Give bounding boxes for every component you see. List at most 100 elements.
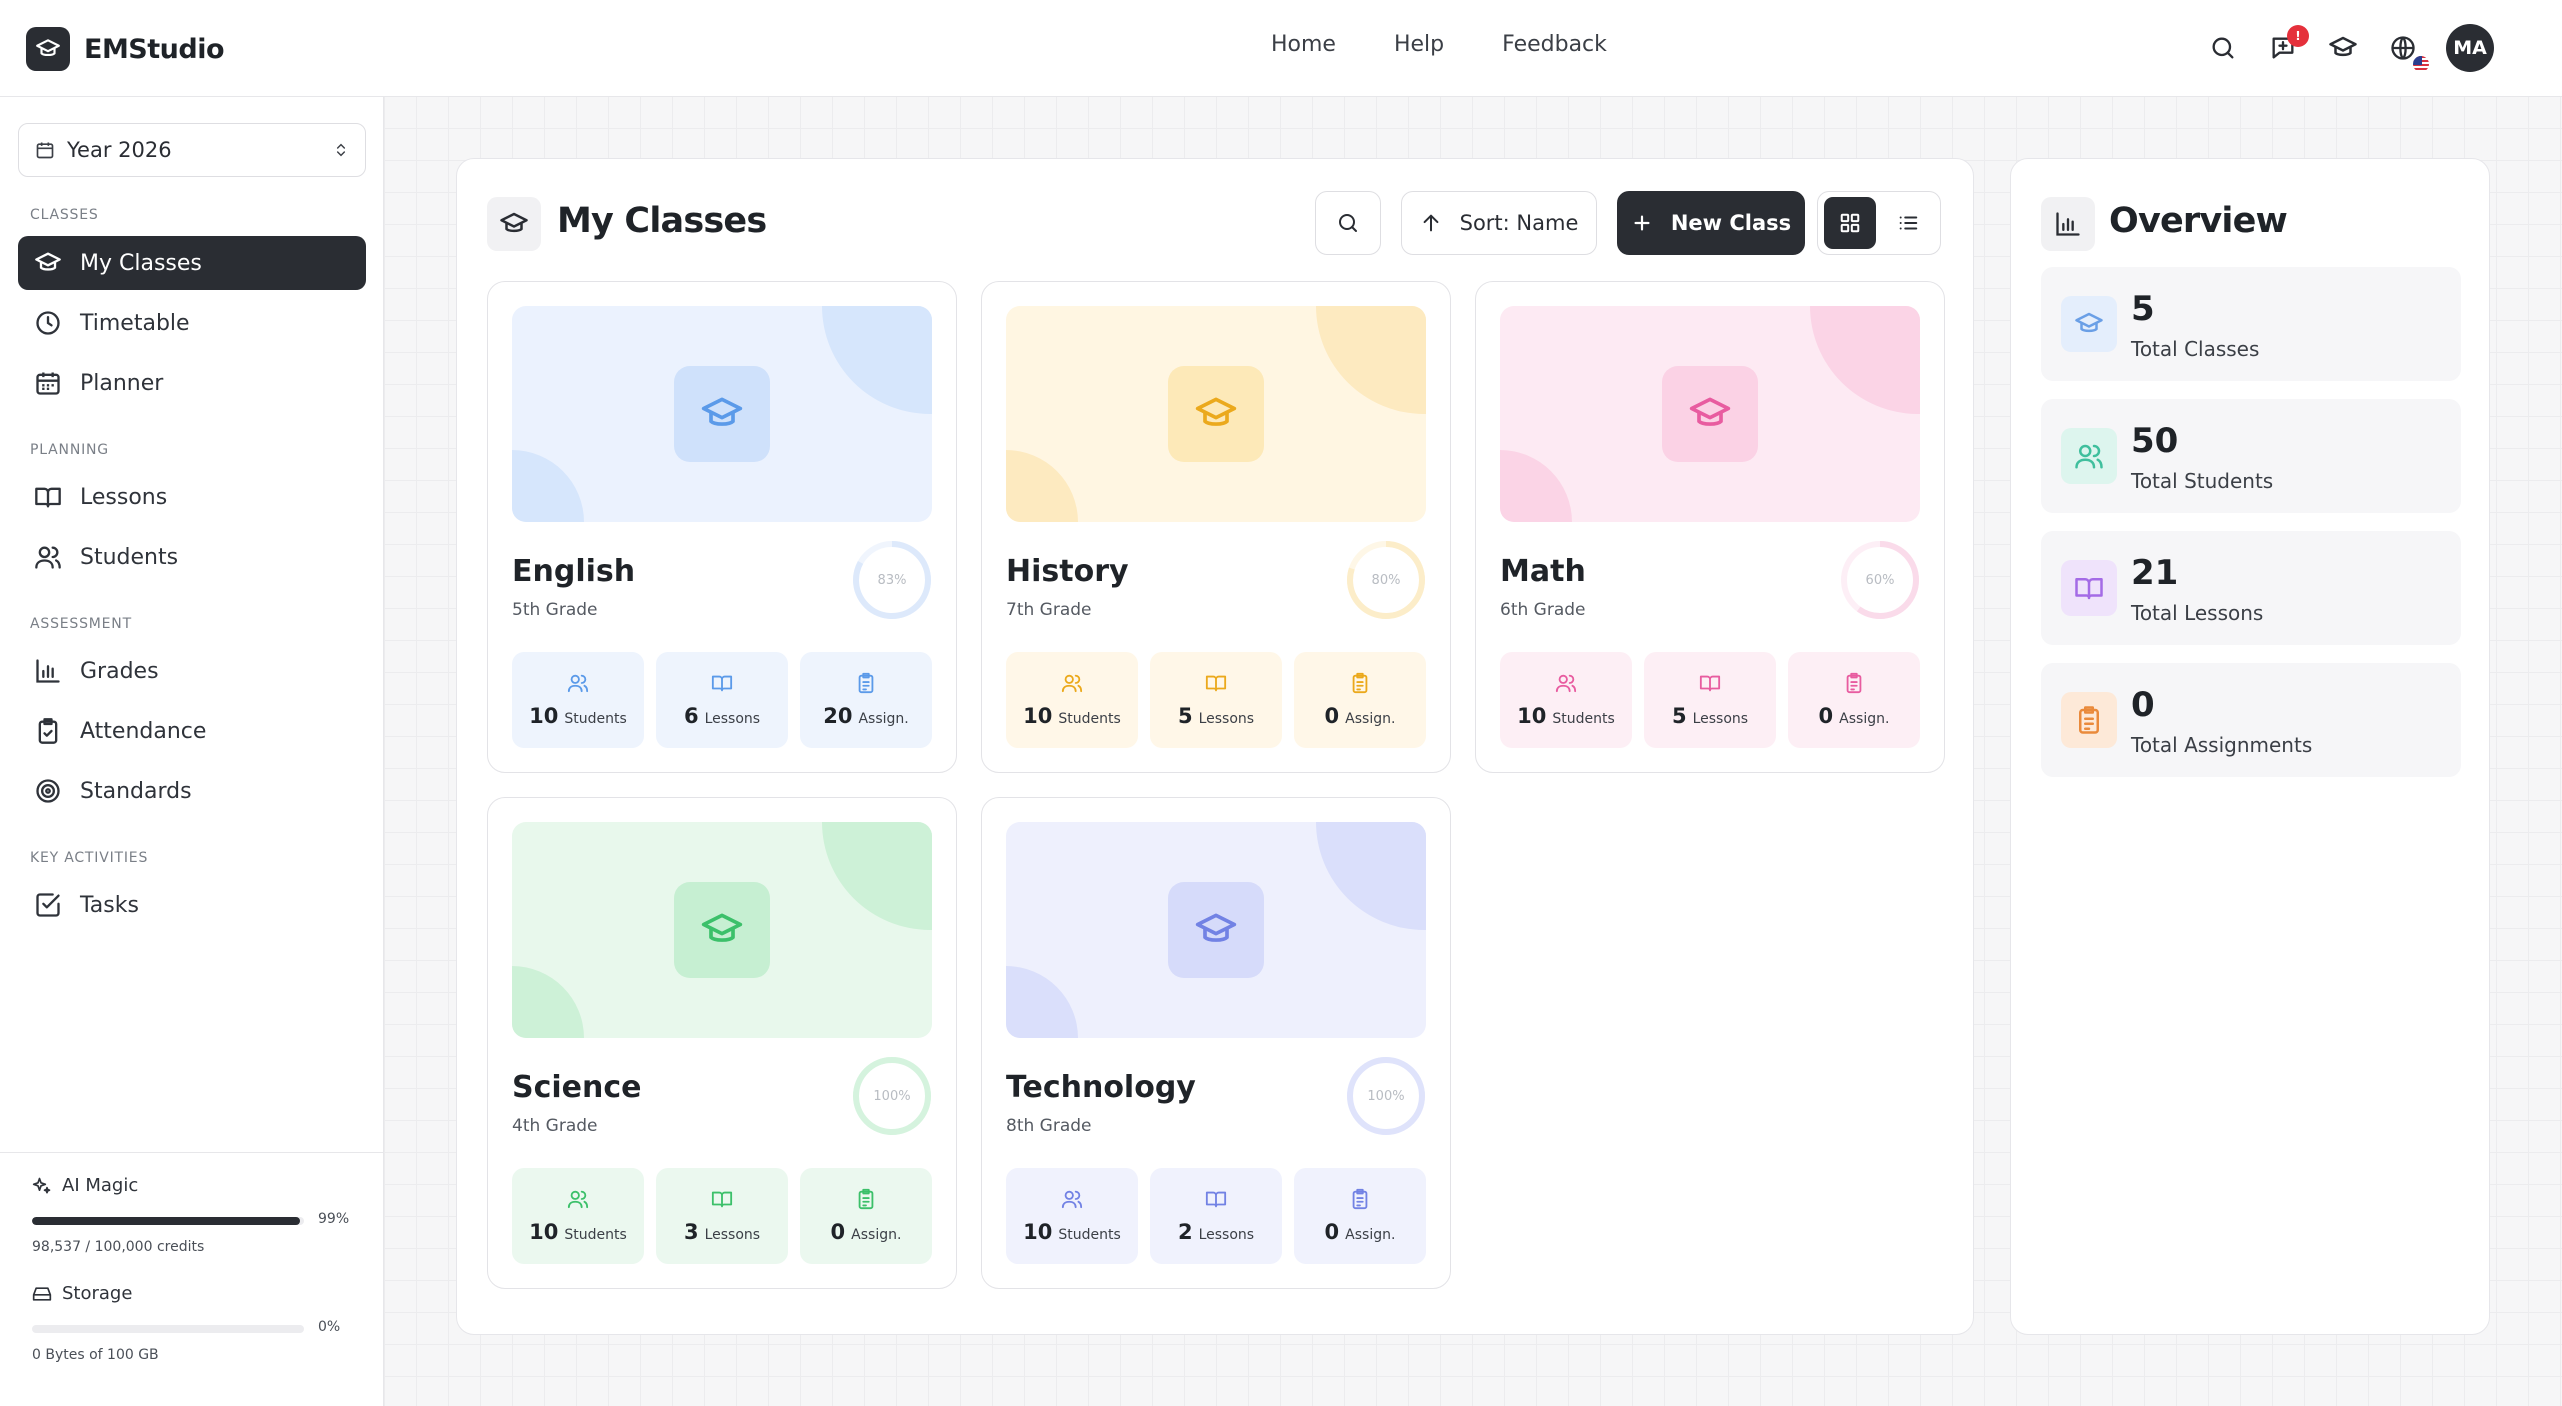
students-count: 10 [1517, 704, 1547, 728]
search-button[interactable] [2206, 31, 2240, 65]
class-lessons-stat[interactable]: 5 Lessons [1644, 652, 1776, 748]
class-assignments-stat[interactable]: 20 Assign. [800, 652, 932, 748]
class-grade: 5th Grade [512, 600, 598, 620]
book-icon [1205, 1188, 1227, 1210]
bar-chart-icon [2056, 212, 2080, 236]
section-label-assessment: ASSESSMENT [30, 616, 132, 632]
students-unit: Students [1058, 1227, 1121, 1243]
sidebar-item-students[interactable]: Students [18, 530, 366, 584]
academy-button[interactable] [2326, 31, 2360, 65]
class-lessons-stat[interactable]: 5 Lessons [1150, 652, 1282, 748]
sidebar: Year 2026 CLASSES My Classes Timetable P… [0, 97, 384, 1406]
ai-magic-progress-bar [32, 1217, 304, 1225]
sidebar-item-standards[interactable]: Standards [18, 764, 366, 818]
brand-name: EMStudio [84, 33, 225, 65]
page-title: My Classes [557, 201, 767, 241]
sidebar-item-tasks[interactable]: Tasks [18, 878, 366, 932]
ai-magic-progress-fill [32, 1217, 300, 1225]
lessons-count: 5 [1671, 704, 1687, 728]
class-lessons-stat[interactable]: 6 Lessons [656, 652, 788, 748]
graduation-cap-icon [2329, 36, 2357, 57]
lessons-unit: Lessons [1692, 711, 1749, 727]
sidebar-item-my-classes[interactable]: My Classes [18, 236, 366, 290]
clipboard-icon [855, 672, 877, 694]
class-name: History [1006, 554, 1129, 589]
assignments-count: 0 [1324, 1220, 1340, 1244]
class-assignments-stat[interactable]: 0 Assign. [1294, 652, 1426, 748]
users-icon [1061, 1188, 1083, 1210]
class-assignments-stat[interactable]: 0 Assign. [800, 1168, 932, 1264]
class-students-stat[interactable]: 10 Students [512, 652, 644, 748]
class-card[interactable]: Math 6th Grade 60% 10 Students 5 Lessons 0… [1475, 281, 1945, 773]
class-grade: 6th Grade [1500, 600, 1586, 620]
list-view-button[interactable] [1882, 197, 1934, 249]
class-students-stat[interactable]: 10 Students [1006, 1168, 1138, 1264]
users-icon [35, 546, 61, 569]
feedback-notifications-button[interactable]: ! [2266, 25, 2309, 65]
storage-label: Storage [62, 1283, 133, 1304]
sidebar-item-grades[interactable]: Grades [18, 644, 366, 698]
overview-header-icon [2041, 197, 2095, 251]
sidebar-item-planner[interactable]: Planner [18, 356, 366, 410]
banner-decoration [1006, 966, 1078, 1038]
class-students-stat[interactable]: 10 Students [1006, 652, 1138, 748]
sidebar-item-attendance[interactable]: Attendance [18, 704, 366, 758]
search-classes-button[interactable] [1315, 191, 1381, 255]
assignments-unit: Assign. [1345, 711, 1396, 727]
notification-badge: ! [2287, 25, 2309, 47]
grid-icon [1840, 213, 1860, 233]
year-select-value: Year 2026 [67, 138, 172, 162]
class-card[interactable]: History 7th Grade 80% 10 Students 5 Lesson… [981, 281, 1451, 773]
bar-chart-icon [36, 659, 60, 683]
section-label-planning: PLANNING [30, 442, 109, 458]
clipboard-check-icon [38, 718, 58, 744]
year-select[interactable]: Year 2026 [18, 123, 366, 177]
lessons-unit: Lessons [704, 711, 761, 727]
clipboard-icon [1843, 672, 1865, 694]
overview-stat-label: Total Students [2131, 469, 2274, 493]
sidebar-item-label: My Classes [80, 250, 202, 276]
overview-stat-card: 0 Total Assignments [2041, 663, 2461, 777]
book-icon [2074, 573, 2104, 603]
class-card[interactable]: English 5th Grade 83% 10 Students 6 Lesson… [487, 281, 957, 773]
class-card-banner [512, 822, 932, 1038]
class-name: English [512, 554, 636, 589]
class-grade: 7th Grade [1006, 600, 1092, 620]
overview-stat-icon [2061, 692, 2117, 748]
clipboard-icon [2074, 705, 2104, 735]
class-students-stat[interactable]: 10 Students [1500, 652, 1632, 748]
sidebar-item-label: Lessons [80, 484, 168, 510]
nav-help-link[interactable]: Help [1394, 32, 1444, 57]
class-lessons-stat[interactable]: 2 Lessons [1150, 1168, 1282, 1264]
header-actions: ! MA [2206, 24, 2494, 73]
lessons-unit: Lessons [704, 1227, 761, 1243]
new-class-button[interactable]: New Class [1617, 191, 1805, 255]
grid-view-button[interactable] [1824, 197, 1876, 249]
class-assignments-stat[interactable]: 0 Assign. [1788, 652, 1920, 748]
class-card[interactable]: Technology 8th Grade 100% 10 Students 2 Le… [981, 797, 1451, 1289]
top-nav: Home Help Feedback [1271, 32, 1607, 57]
user-avatar[interactable]: MA [2446, 24, 2494, 72]
lessons-count: 6 [683, 704, 699, 728]
nav-feedback-link[interactable]: Feedback [1502, 32, 1607, 57]
class-lessons-stat[interactable]: 3 Lessons [656, 1168, 788, 1264]
class-card[interactable]: Science 4th Grade 100% 10 Students 3 Lesso… [487, 797, 957, 1289]
class-assignments-stat[interactable]: 0 Assign. [1294, 1168, 1426, 1264]
sort-button[interactable]: Sort: Name [1401, 191, 1597, 255]
nav-home-link[interactable]: Home [1271, 32, 1336, 57]
assignments-count: 0 [1818, 704, 1834, 728]
book-icon [711, 1188, 733, 1210]
class-students-stat[interactable]: 10 Students [512, 1168, 644, 1264]
class-grade: 8th Grade [1006, 1116, 1092, 1136]
plus-icon [1634, 215, 1650, 231]
users-icon [1555, 672, 1577, 694]
overview-stat-card: 21 Total Lessons [2041, 531, 2461, 645]
book-icon [35, 487, 61, 508]
brand[interactable]: EMStudio [26, 27, 225, 71]
assignments-count: 20 [823, 704, 853, 728]
overview-stat-icon [2061, 428, 2117, 484]
sidebar-item-timetable[interactable]: Timetable [18, 296, 366, 350]
language-button[interactable] [2386, 31, 2430, 73]
sidebar-item-lessons[interactable]: Lessons [18, 470, 366, 524]
banner-decoration [822, 306, 932, 414]
